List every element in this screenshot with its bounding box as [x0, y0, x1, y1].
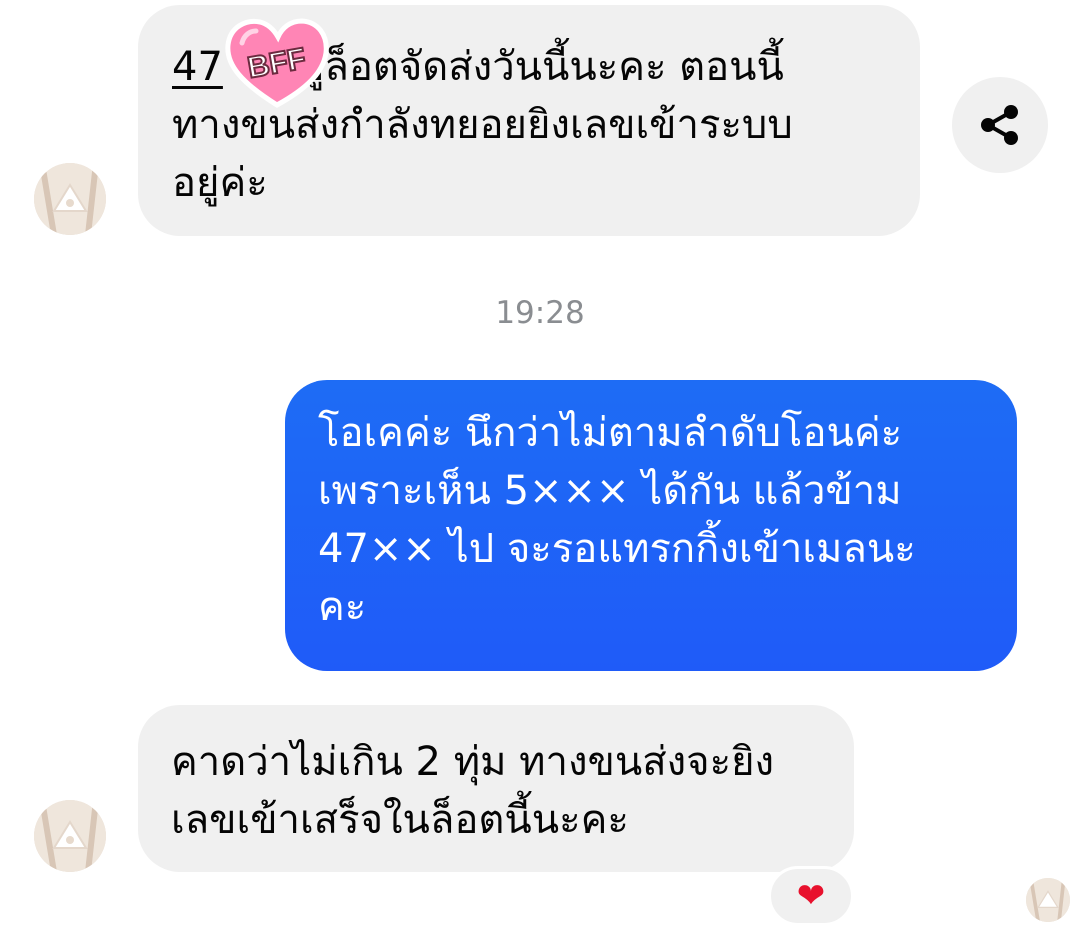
- message-line: โอเคค่ะ นึกว่าไม่ตามลำดับโอนค่ะ: [318, 410, 903, 456]
- share-button[interactable]: [952, 77, 1048, 173]
- message-text: ยู่ล็อตจัดส่งวันนี้นะคะ ตอนนี้: [300, 44, 784, 90]
- message-line: เพราะเห็น 5××× ได้กัน แล้วข้าม: [318, 468, 902, 514]
- avatar-image: [1026, 878, 1070, 922]
- avatar-image: [34, 163, 106, 235]
- message-line: 47×× ไป จะรอแทรกกิ้งเข้าเมลนะ: [318, 526, 916, 572]
- incoming-message-bubble[interactable]: คาดว่าไม่เกิน 2 ทุ่ม ทางขนส่งจะยิง เลขเข…: [138, 705, 854, 872]
- bff-heart-sticker: BFF: [222, 13, 332, 113]
- message-line: คะ: [318, 584, 367, 630]
- share-icon: [981, 105, 1018, 145]
- sender-avatar[interactable]: [34, 163, 106, 235]
- message-line: เลขเข้าเสร็จในล็อตนี้นะคะ: [171, 797, 629, 843]
- underlined-text: 47: [172, 44, 223, 90]
- message-line: คาดว่าไม่เกิน 2 ทุ่ม ทางขนส่งจะยิง: [171, 739, 775, 785]
- message-timestamp: 19:28: [495, 295, 585, 331]
- heart-reaction[interactable]: ❤: [768, 866, 854, 926]
- outgoing-message-bubble[interactable]: โอเคค่ะ นึกว่าไม่ตามลำดับโอนค่ะ เพราะเห็…: [285, 380, 1017, 671]
- sender-avatar[interactable]: [34, 800, 106, 872]
- avatar-image: [34, 800, 106, 872]
- message-line: อยู่ค่ะ: [172, 160, 268, 206]
- heart-icon: ❤: [796, 876, 826, 916]
- seen-avatar: [1026, 878, 1070, 922]
